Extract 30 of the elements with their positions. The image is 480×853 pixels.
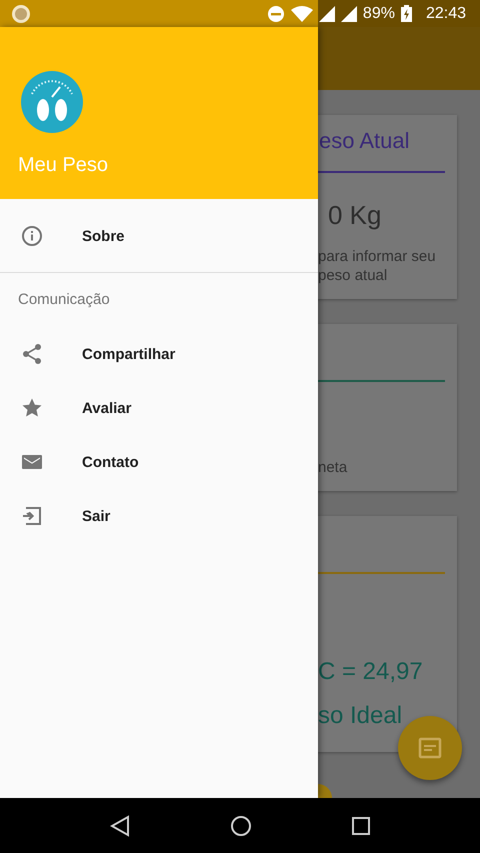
clock-time: 22:43: [426, 4, 466, 22]
card-title: eso Atual: [318, 127, 411, 155]
menu-item[interactable]: Compartilhar: [0, 327, 318, 381]
menu-item[interactable]: Avaliar: [0, 381, 318, 435]
signal-icon: [340, 6, 357, 22]
note-icon: [418, 736, 442, 760]
card-note: para informar seu: [318, 247, 437, 266]
card-note: neta: [318, 458, 348, 477]
home-icon[interactable]: [230, 814, 252, 836]
scale-feet-logo: [20, 70, 84, 134]
menu-item[interactable]: Contato: [0, 435, 318, 489]
result-text: C = 24,97: [318, 657, 424, 687]
weight-value: 0 Kg: [327, 199, 382, 232]
section-header: Comunicação: [17, 290, 111, 310]
share-icon: [20, 342, 44, 366]
do-not-disturb-icon: [266, 4, 285, 22]
app-title: Meu Peso: [18, 154, 110, 177]
overview-icon[interactable]: [352, 816, 370, 834]
wifi-icon: [290, 6, 313, 22]
menu-item[interactable]: Sobre: [0, 209, 318, 263]
menu-item[interactable]: Sair: [0, 489, 318, 543]
exit-icon: [20, 504, 44, 528]
card-note: peso atual: [318, 266, 388, 285]
battery-percent: 89%: [362, 4, 395, 22]
signal-icon: [318, 6, 335, 22]
result-text: so Ideal: [318, 701, 404, 731]
notification-icon: [12, 4, 30, 22]
battery-charging-icon: [400, 5, 412, 22]
back-icon[interactable]: [110, 814, 130, 836]
info-icon: [20, 224, 44, 248]
